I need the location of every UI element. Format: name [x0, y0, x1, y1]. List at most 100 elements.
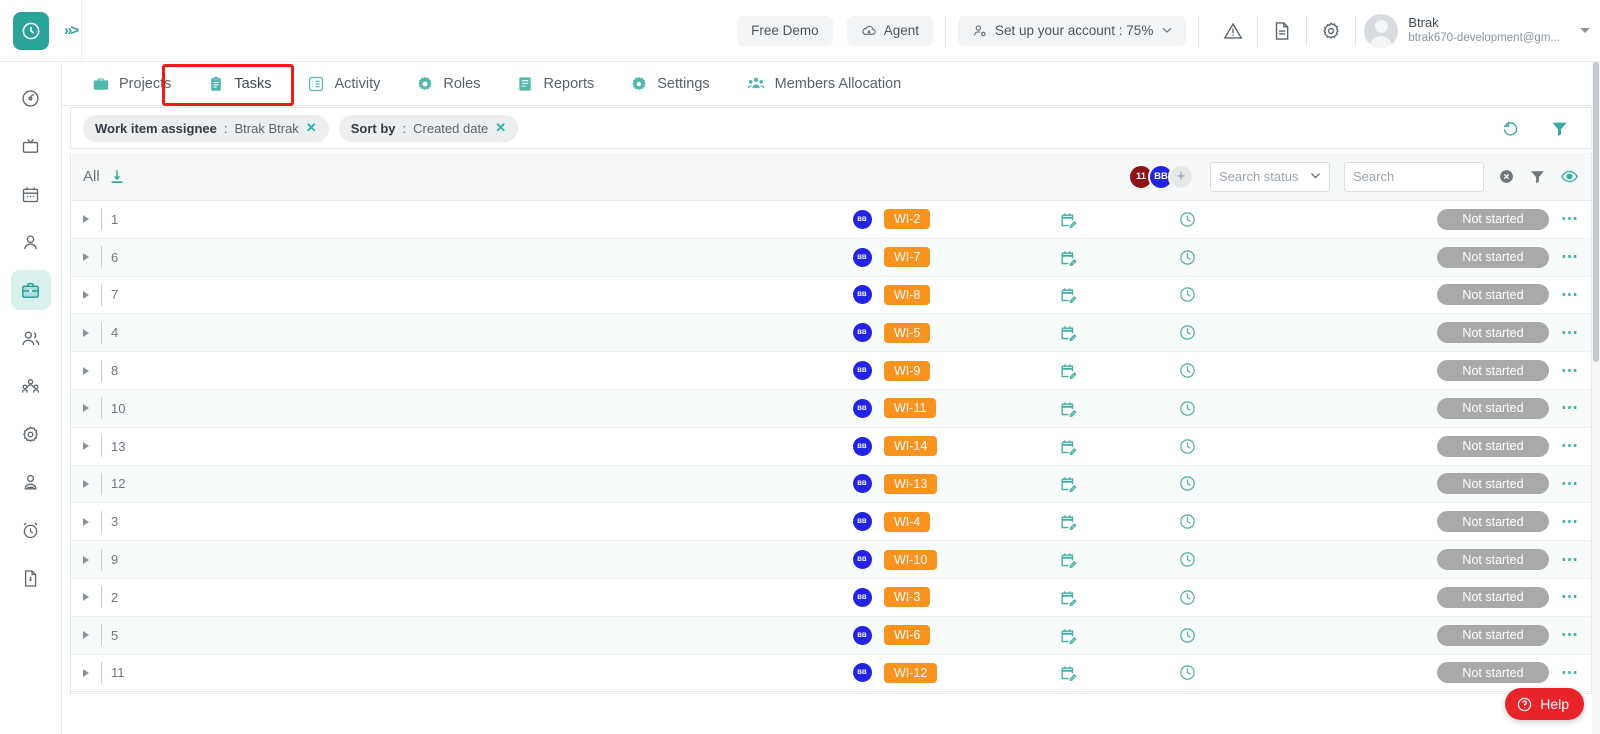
- filter-chip-sortby[interactable]: Sort by : Created date ✕: [338, 114, 519, 142]
- user-menu[interactable]: Btrak btrak670-development@gm...: [1364, 13, 1600, 48]
- sidebar-item-projects[interactable]: [10, 270, 51, 310]
- table-row[interactable]: 13 BB WI-14 Not started ⋯: [71, 428, 1591, 466]
- calendar-edit-icon[interactable]: [1008, 248, 1128, 267]
- expand-triangle-icon[interactable]: [71, 668, 101, 677]
- expand-triangle-icon[interactable]: [71, 253, 101, 262]
- undo-reset-icon[interactable]: [1491, 119, 1530, 138]
- more-options-icon[interactable]: ⋯: [1549, 625, 1591, 645]
- expand-triangle-icon[interactable]: [71, 631, 101, 640]
- row-avatar[interactable]: BB: [846, 398, 878, 418]
- agent-button[interactable]: Agent: [846, 15, 933, 46]
- clock-icon[interactable]: [1128, 361, 1246, 380]
- work-item-tag-cell[interactable]: WI-3: [878, 587, 1008, 608]
- row-avatar[interactable]: BB: [846, 663, 878, 683]
- more-options-icon[interactable]: ⋯: [1549, 663, 1591, 683]
- free-demo-button[interactable]: Free Demo: [737, 15, 833, 46]
- work-item-tag-cell[interactable]: WI-10: [878, 549, 1008, 570]
- row-avatar[interactable]: BB: [846, 474, 878, 494]
- clear-circle-icon[interactable]: [1498, 168, 1515, 185]
- expand-triangle-icon[interactable]: [71, 555, 101, 564]
- tab-settings[interactable]: Settings: [612, 62, 727, 106]
- table-row[interactable]: 7 BB WI-8 Not started ⋯: [71, 277, 1591, 315]
- work-item-tag-cell[interactable]: WI-13: [878, 473, 1008, 494]
- table-row[interactable]: 5 BB WI-6 Not started ⋯: [71, 616, 1591, 655]
- expand-triangle-icon[interactable]: [71, 404, 101, 413]
- table-row[interactable]: 11 BB WI-12 Not started ⋯: [71, 655, 1591, 693]
- more-options-icon[interactable]: ⋯: [1549, 209, 1591, 229]
- clock-icon[interactable]: [1128, 248, 1246, 267]
- clock-icon[interactable]: [1128, 437, 1246, 456]
- clock-icon[interactable]: [1128, 588, 1246, 607]
- clock-icon[interactable]: [1128, 663, 1246, 682]
- expand-triangle-icon[interactable]: [71, 479, 101, 488]
- chevrons-right-icon[interactable]: »>: [64, 22, 79, 39]
- close-icon[interactable]: ✕: [495, 120, 506, 136]
- row-avatar[interactable]: BB: [846, 587, 878, 607]
- funnel-icon[interactable]: [1540, 119, 1579, 138]
- more-options-icon[interactable]: ⋯: [1549, 398, 1591, 418]
- row-avatar[interactable]: BB: [846, 361, 878, 381]
- close-icon[interactable]: ✕: [306, 120, 317, 136]
- setup-account-button[interactable]: Set up your account : 75%: [957, 15, 1187, 46]
- more-options-icon[interactable]: ⋯: [1549, 474, 1591, 494]
- document-icon[interactable]: [1260, 13, 1304, 49]
- table-row[interactable]: 9 BB WI-10 Not started ⋯: [71, 541, 1591, 579]
- gear-icon[interactable]: [1309, 13, 1353, 49]
- funnel-icon[interactable]: [1529, 168, 1546, 185]
- clock-icon[interactable]: [1128, 626, 1246, 645]
- calendar-edit-icon[interactable]: [1008, 323, 1128, 342]
- app-logo[interactable]: [0, 0, 62, 62]
- calendar-edit-icon[interactable]: [1008, 626, 1128, 645]
- more-options-icon[interactable]: ⋯: [1549, 285, 1591, 305]
- expand-triangle-icon[interactable]: [71, 593, 101, 602]
- table-row[interactable]: 2 BB WI-3 Not started ⋯: [71, 579, 1591, 617]
- table-row[interactable]: 1 BB WI-2 Not started ⋯: [71, 201, 1591, 239]
- sidebar-item-team[interactable]: [11, 366, 51, 406]
- more-options-icon[interactable]: ⋯: [1549, 323, 1591, 343]
- table-row[interactable]: 3 BB WI-4 Not started ⋯: [71, 503, 1591, 542]
- work-item-tag-cell[interactable]: WI-11: [878, 398, 1008, 419]
- tab-roles[interactable]: Roles: [398, 62, 498, 106]
- clock-icon[interactable]: [1128, 285, 1246, 304]
- expand-triangle-icon[interactable]: [71, 366, 101, 375]
- sidebar-item-user[interactable]: [11, 222, 51, 262]
- sidebar-item-screen[interactable]: [11, 126, 51, 166]
- tab-tasks[interactable]: Tasks: [189, 62, 289, 106]
- clock-icon[interactable]: [1128, 512, 1246, 531]
- work-item-tag-cell[interactable]: WI-5: [878, 322, 1008, 343]
- calendar-edit-icon[interactable]: [1008, 399, 1128, 418]
- calendar-edit-icon[interactable]: [1008, 210, 1128, 229]
- row-avatar[interactable]: BB: [846, 512, 878, 532]
- filter-chip-assignee[interactable]: Work item assignee : Btrak Btrak ✕: [83, 114, 329, 142]
- more-options-icon[interactable]: ⋯: [1549, 587, 1591, 607]
- sidebar-item-person-badge[interactable]: [11, 462, 51, 502]
- status-select[interactable]: Search status: [1210, 161, 1330, 192]
- more-options-icon[interactable]: ⋯: [1549, 361, 1591, 381]
- sidebar-item-calendar[interactable]: [11, 174, 51, 214]
- table-row[interactable]: 10 BB WI-11 Not started ⋯: [71, 389, 1591, 428]
- clock-icon[interactable]: [1128, 323, 1246, 342]
- sidebar-item-users[interactable]: [11, 318, 51, 358]
- work-item-tag-cell[interactable]: WI-14: [878, 436, 1008, 457]
- work-item-tag-cell[interactable]: WI-9: [878, 360, 1008, 381]
- search-input[interactable]: [1344, 161, 1484, 192]
- sidebar-item-target[interactable]: [11, 78, 51, 118]
- tab-reports[interactable]: Reports: [498, 62, 612, 106]
- calendar-edit-icon[interactable]: [1008, 437, 1128, 456]
- tab-members-allocation[interactable]: Members Allocation: [728, 62, 920, 106]
- table-row[interactable]: 4 BB WI-5 Not started ⋯: [71, 314, 1591, 353]
- calendar-edit-icon[interactable]: [1008, 588, 1128, 607]
- clock-icon[interactable]: [1128, 399, 1246, 418]
- work-item-tag-cell[interactable]: WI-12: [878, 662, 1008, 683]
- expand-triangle-icon[interactable]: [71, 215, 101, 224]
- more-options-icon[interactable]: ⋯: [1549, 512, 1591, 532]
- table-row[interactable]: 8 BB WI-9 Not started ⋯: [71, 352, 1591, 390]
- vertical-scrollbar[interactable]: [1592, 62, 1600, 734]
- table-row[interactable]: 12 BB WI-13 Not started ⋯: [71, 465, 1591, 504]
- more-options-icon[interactable]: ⋯: [1549, 436, 1591, 456]
- calendar-edit-icon[interactable]: [1008, 550, 1128, 569]
- sidebar-item-alarm[interactable]: [11, 510, 51, 550]
- sidebar-item-invoice[interactable]: [11, 558, 51, 598]
- calendar-edit-icon[interactable]: [1008, 663, 1128, 682]
- download-icon[interactable]: [108, 168, 126, 186]
